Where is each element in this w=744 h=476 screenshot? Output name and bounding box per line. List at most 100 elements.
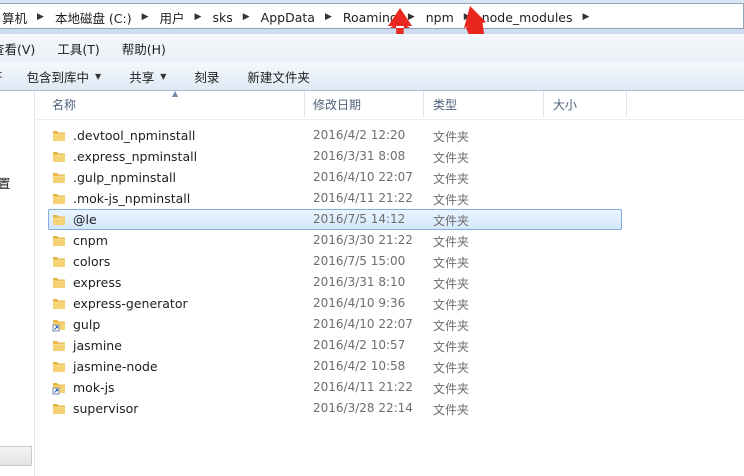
column-header-date[interactable]: 修改日期 (313, 91, 361, 119)
crumb-appdata[interactable]: AppData (259, 10, 317, 25)
file-type: 文件夹 (433, 193, 470, 207)
file-row[interactable]: gulp 2016/4/10 22:07 文件夹 (48, 314, 744, 335)
address-box[interactable]: 算机 ▶ 本地磁盘 (C:) ▶ 用户 ▶ sks ▶ AppData ▶ Ro… (0, 3, 744, 29)
column-header-type[interactable]: 类型 (433, 91, 457, 119)
new-folder-button[interactable]: 新建文件夹 (247, 67, 310, 86)
shortcut-folder-icon (52, 380, 66, 395)
file-name: .express_npminstall (73, 149, 198, 164)
file-type: 文件夹 (433, 256, 470, 270)
breadcrumb-separator-icon[interactable]: ▶ (134, 12, 158, 22)
folder-icon (52, 212, 66, 227)
file-name: cnpm (73, 233, 108, 248)
folder-icon (52, 359, 66, 374)
navigation-pane[interactable]: 置 (0, 91, 35, 476)
crumb-npm[interactable]: npm (424, 10, 456, 25)
file-name: express (73, 275, 122, 290)
breadcrumb-separator-icon[interactable]: ▶ (317, 12, 341, 22)
breadcrumb-separator-icon[interactable]: ▶ (575, 12, 599, 22)
file-row[interactable]: express 2016/3/31 8:10 文件夹 (48, 272, 744, 293)
nav-item-partial[interactable]: 置 (0, 173, 11, 192)
file-row[interactable]: .gulp_npminstall 2016/4/10 22:07 文件夹 (48, 167, 744, 188)
file-date: 2016/4/2 12:20 (313, 128, 406, 142)
file-row[interactable]: jasmine-node 2016/4/2 10:58 文件夹 (48, 356, 744, 377)
folder-icon (52, 191, 66, 206)
menu-view[interactable]: 查看(V) (0, 39, 35, 58)
column-divider[interactable] (423, 91, 424, 117)
include-in-library-button[interactable]: 包含到库中 ▼ (27, 67, 102, 86)
file-date: 2016/7/5 15:00 (313, 254, 406, 268)
open-button[interactable]: 开 (0, 67, 3, 86)
file-row[interactable]: colors 2016/7/5 15:00 文件夹 (48, 251, 744, 272)
breadcrumb-separator-icon[interactable]: ▶ (29, 12, 53, 22)
folder-icon (52, 149, 66, 164)
file-row[interactable]: mok-js 2016/4/11 21:22 文件夹 (48, 377, 744, 398)
dropdown-arrow-icon: ▼ (95, 71, 102, 81)
file-row[interactable]: .devtool_npminstall 2016/4/2 12:20 文件夹 (48, 125, 744, 146)
folder-icon (52, 254, 66, 269)
file-date: 2016/3/31 8:10 (313, 275, 406, 289)
menu-help[interactable]: 帮助(H) (122, 39, 166, 58)
file-date: 2016/4/11 21:22 (313, 191, 413, 205)
menu-bar: 查看(V) 工具(T) 帮助(H) (0, 34, 744, 63)
file-name: colors (73, 254, 111, 269)
folder-icon (52, 275, 66, 290)
file-name: @le (73, 212, 97, 227)
sort-ascending-icon: ▲ (172, 89, 179, 98)
file-row[interactable]: .mok-js_npminstall 2016/4/11 21:22 文件夹 (48, 188, 744, 209)
file-type: 文件夹 (433, 403, 470, 417)
share-button[interactable]: 共享 ▼ (129, 67, 166, 86)
share-label: 共享 (129, 69, 155, 85)
folder-icon (52, 233, 66, 248)
file-type: 文件夹 (433, 319, 470, 333)
crumb-local-disk[interactable]: 本地磁盘 (C:) (53, 8, 134, 27)
crumb-computer[interactable]: 算机 (0, 8, 29, 27)
file-row[interactable]: supervisor 2016/3/28 22:14 文件夹 (48, 398, 744, 419)
file-date: 2016/4/10 22:07 (313, 317, 413, 331)
file-type: 文件夹 (433, 235, 470, 249)
file-date: 2016/4/2 10:58 (313, 359, 406, 373)
file-date: 2016/4/11 21:22 (313, 380, 413, 394)
file-row[interactable]: @le 2016/7/5 14:12 文件夹 (48, 209, 622, 230)
file-date: 2016/7/5 14:12 (313, 212, 406, 226)
file-date: 2016/4/10 22:07 (313, 170, 413, 184)
include-library-label: 包含到库中 (26, 69, 90, 85)
file-type: 文件夹 (433, 382, 470, 396)
nav-scrollbar[interactable] (0, 446, 32, 466)
file-type: 文件夹 (433, 340, 470, 354)
crumb-sks[interactable]: sks (210, 10, 234, 25)
file-row[interactable]: .express_npminstall 2016/3/31 8:08 文件夹 (48, 146, 744, 167)
menu-tools[interactable]: 工具(T) (57, 39, 99, 58)
column-divider[interactable] (626, 91, 627, 117)
column-divider[interactable] (543, 91, 544, 117)
folder-icon (52, 128, 66, 143)
burn-button[interactable]: 刻录 (194, 67, 219, 86)
file-row[interactable]: cnpm 2016/3/30 21:22 文件夹 (48, 230, 744, 251)
file-name: jasmine (73, 338, 122, 353)
file-name: .mok-js_npminstall (73, 191, 191, 206)
file-type: 文件夹 (433, 151, 470, 165)
burn-label: 刻录 (194, 69, 220, 85)
file-date: 2016/3/28 22:14 (313, 401, 413, 415)
file-date: 2016/4/10 9:36 (313, 296, 406, 310)
folder-icon (52, 401, 66, 416)
column-header-size[interactable]: 大小 (553, 91, 577, 119)
file-name: express-generator (73, 296, 188, 311)
breadcrumb-separator-icon[interactable]: ▶ (187, 12, 211, 22)
file-type: 文件夹 (433, 214, 470, 228)
new-folder-label: 新建文件夹 (247, 69, 310, 85)
crumb-users[interactable]: 用户 (158, 8, 187, 27)
breadcrumb-separator-icon[interactable]: ▶ (235, 12, 259, 22)
file-row[interactable]: express-generator 2016/4/10 9:36 文件夹 (48, 293, 744, 314)
file-name: gulp (73, 317, 101, 332)
file-date: 2016/3/30 21:22 (313, 233, 413, 247)
column-header-row: ▲ 名称 修改日期 类型 大小 (36, 89, 744, 120)
file-name: supervisor (73, 401, 139, 416)
folder-icon (52, 170, 66, 185)
column-divider[interactable] (304, 91, 305, 117)
column-header-name[interactable]: 名称 (52, 91, 76, 119)
file-type: 文件夹 (433, 277, 470, 291)
dropdown-arrow-icon: ▼ (160, 71, 167, 81)
folder-icon (52, 296, 66, 311)
file-row[interactable]: jasmine 2016/4/2 10:57 文件夹 (48, 335, 744, 356)
file-type: 文件夹 (433, 298, 470, 312)
